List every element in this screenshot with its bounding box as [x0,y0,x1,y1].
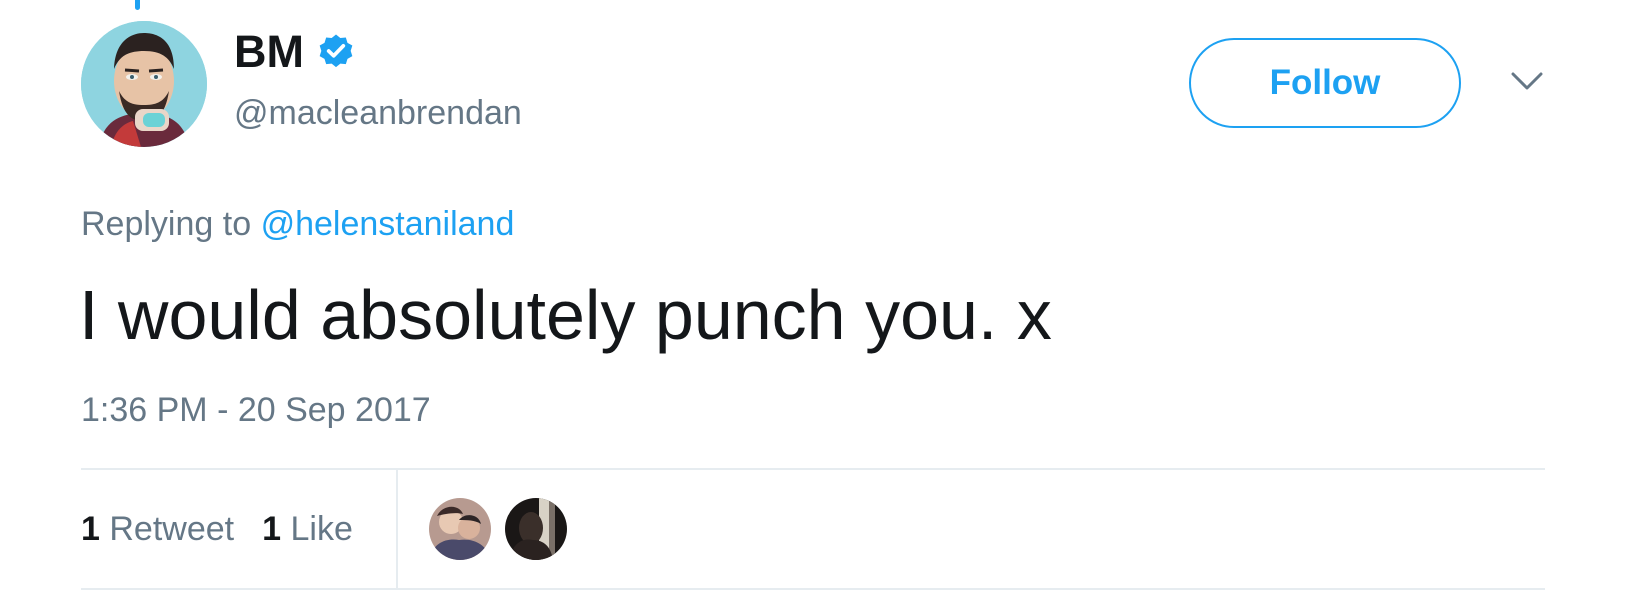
follow-button[interactable]: Follow [1189,38,1461,128]
author-handle[interactable]: @macleanbrendan [234,92,522,134]
engager-avatar-image [429,498,491,560]
verified-badge-icon [319,34,353,68]
retweet-count-link[interactable]: 1 Retweet [81,508,234,550]
chevron-down-icon[interactable] [1510,70,1544,94]
tweet-stats: 1 Retweet 1 Like [81,508,353,550]
author-name-row: BM [234,26,356,78]
stats-top-divider [81,468,1545,470]
avatar-image [81,21,207,147]
thread-connector-line [135,0,140,10]
author-display-name[interactable]: BM [234,26,304,78]
like-label: Like [290,510,353,548]
author-avatar[interactable] [81,21,207,147]
retweet-label: Retweet [109,510,235,548]
engager-avatar-image [505,498,567,560]
tweet-text: I would absolutely punch you. x [79,276,1052,354]
reply-mention-link[interactable]: @helenstaniland [261,205,515,243]
like-count: 1 [262,510,282,548]
engager-avatar[interactable] [505,498,567,560]
reply-prefix: Replying to [81,205,252,243]
reply-context: Replying to @helenstaniland [81,203,514,245]
like-count-link[interactable]: 1 Like [262,508,353,550]
engager-avatar[interactable] [429,498,491,560]
retweet-count: 1 [81,510,100,548]
tweet-timestamp[interactable]: 1:36 PM - 20 Sep 2017 [81,389,431,431]
stats-vertical-divider [396,470,398,588]
stats-bottom-divider [81,588,1545,590]
